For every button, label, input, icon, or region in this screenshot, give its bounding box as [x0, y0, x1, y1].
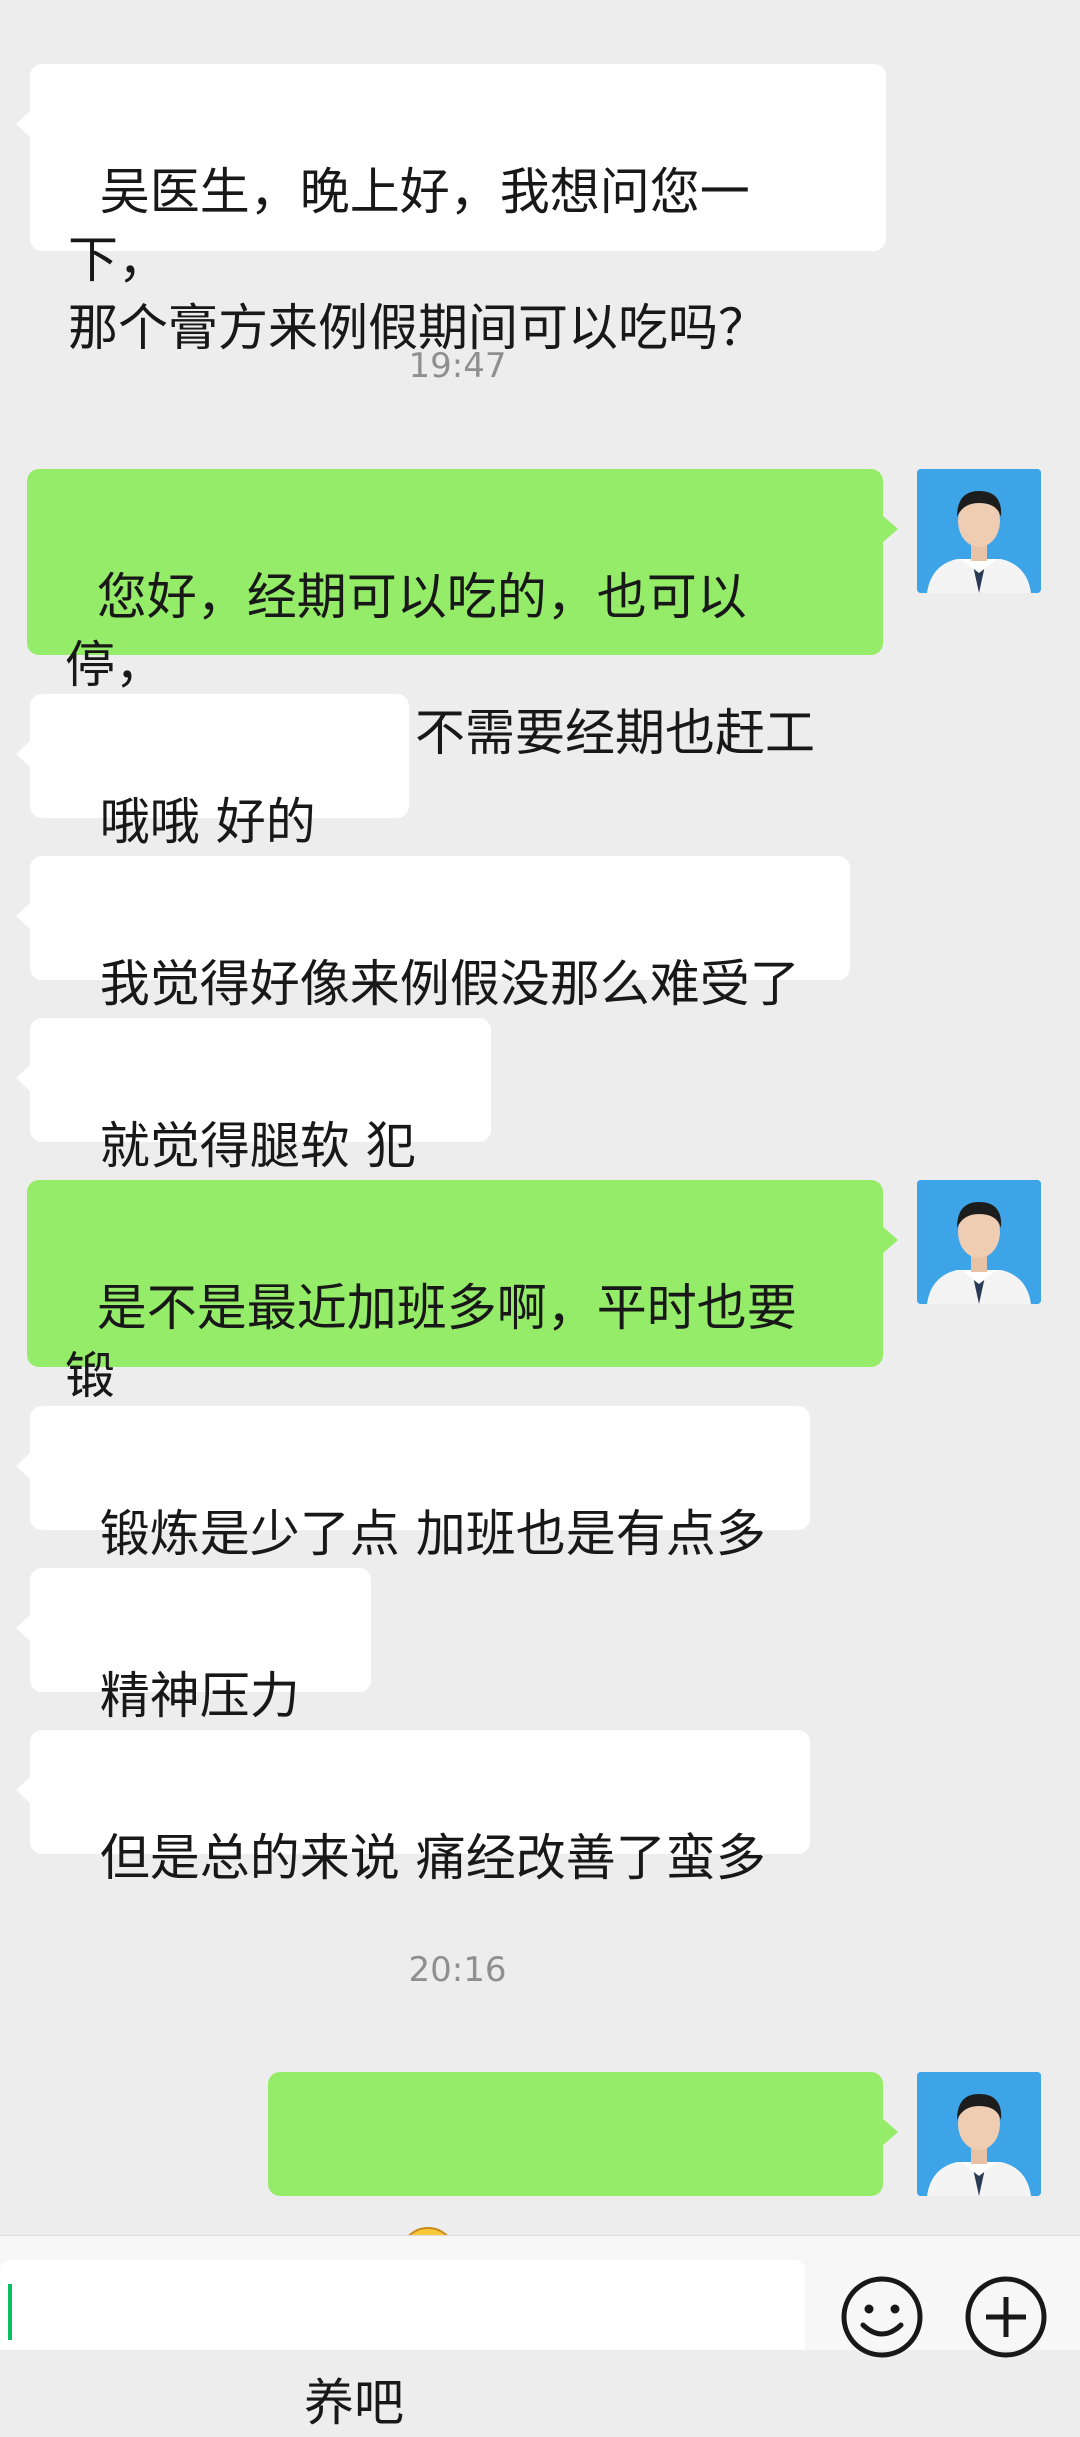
doctor-portrait-icon	[917, 2072, 1041, 2196]
message-bubble-incoming[interactable]: 但是总的来说 痛经改善了蛮多	[16, 1730, 810, 1887]
message-bubble-incoming[interactable]: 精神压力大	[16, 1568, 371, 1793]
doctor-portrait-icon	[917, 1180, 1041, 1304]
message-text: 锻炼是少了点 加班也是有点多	[99, 1505, 766, 1563]
text-caret	[8, 2284, 12, 2340]
message-bubble-outgoing[interactable]: 那就好，慢慢的养吧	[268, 2072, 898, 2432]
message-bubble-incoming[interactable]: 锻炼是少了点 加班也是有点多	[16, 1406, 810, 1563]
message-text: 但是总的来说 痛经改善了蛮多	[99, 1829, 766, 1887]
timestamp: 19:47	[408, 346, 507, 386]
message-text: 哦哦 好的	[99, 793, 316, 851]
avatar[interactable]	[917, 1180, 1041, 1304]
message-bubble-outgoing[interactable]: 是不是最近加班多啊，平时也要锻 炼锻炼身体的	[27, 1180, 898, 1473]
message-bubble-incoming[interactable]: 我觉得好像来例假没那么难受了	[16, 856, 850, 1013]
message-bubble-incoming[interactable]: 哦哦 好的	[16, 694, 409, 969]
avatar[interactable]	[917, 469, 1041, 593]
message-input[interactable]	[0, 2260, 805, 2350]
smiley-icon	[841, 2276, 923, 2358]
message-text: 我觉得好像来例假没那么难受了	[99, 955, 800, 1013]
message-bubble-outgoing[interactable]: 您好，经期可以吃的，也可以停， 因为不是急症，不需要经期也赶工	[27, 469, 898, 762]
plus-icon	[965, 2276, 1047, 2358]
timestamp: 20:16	[408, 1950, 507, 1990]
emoji-button[interactable]	[838, 2273, 926, 2361]
avatar[interactable]	[917, 2072, 1041, 2196]
message-bubble-incoming[interactable]: 就觉得腿软 犯困	[16, 1018, 491, 1243]
message-text: 吴医生，晚上好，我想问您一下， 那个膏方来例假期间可以吃吗？	[68, 163, 768, 357]
message-bubble-incoming[interactable]: 吴医生，晚上好，我想问您一下， 那个膏方来例假期间可以吃吗？	[16, 64, 886, 357]
more-button[interactable]	[962, 2273, 1050, 2361]
chat-input-bar	[0, 2235, 1080, 2358]
doctor-portrait-icon	[917, 469, 1041, 593]
